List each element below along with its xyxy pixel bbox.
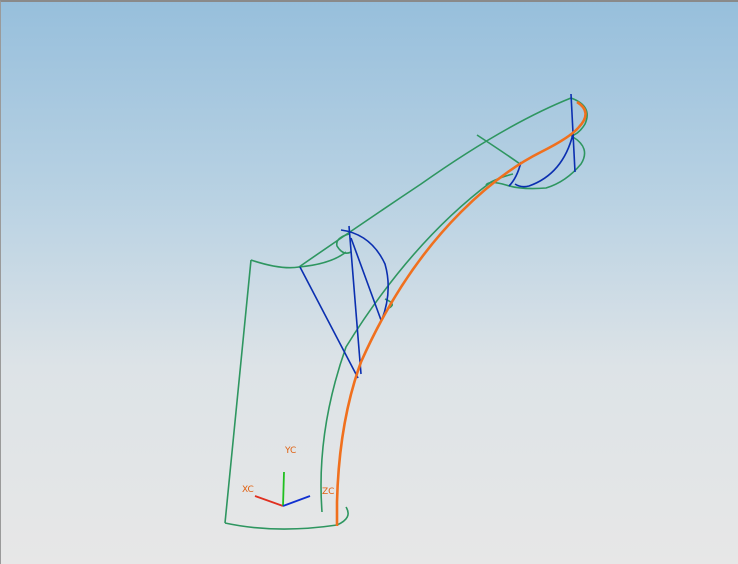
zc-axis-line — [282, 495, 311, 507]
bottom-edge — [224, 506, 349, 530]
guide-spine-curve — [335, 100, 587, 526]
xc-axis-line — [254, 495, 284, 507]
wireframe-edges — [224, 97, 588, 530]
top-front-arc — [250, 251, 347, 269]
diagonal-section-line — [299, 266, 359, 379]
yc-axis-line — [282, 471, 285, 507]
yc-label: YC — [284, 446, 296, 456]
zc-label: ZC — [322, 487, 334, 497]
graphics-viewport[interactable]: XC YC ZC — [0, 0, 738, 564]
model-view-canvas[interactable]: XC YC ZC — [1, 2, 738, 564]
inner-sweep-edge — [320, 173, 514, 513]
left-straight-edge — [224, 259, 252, 524]
mid-section-arc — [476, 134, 521, 165]
xc-label: XC — [242, 485, 254, 495]
